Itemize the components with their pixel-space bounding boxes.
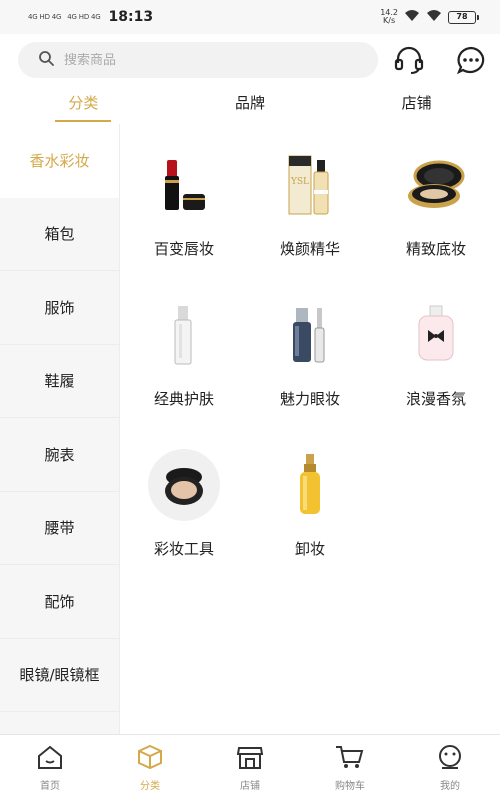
cushion-compact-icon — [139, 440, 229, 530]
search-bar[interactable] — [18, 42, 378, 78]
header-icons — [392, 43, 488, 77]
perfume-icon — [391, 290, 481, 380]
category-box-icon — [136, 744, 164, 774]
cart-icon — [335, 744, 365, 774]
status-bar: 4G HD 4G 4G HD 4G 18:13 14.2 K/s 78 — [0, 0, 500, 34]
category-item-skincare[interactable]: 经典护肤 — [121, 274, 247, 424]
sidebar-item-watches[interactable]: 腕表 — [0, 418, 119, 492]
status-left: 4G HD 4G 4G HD 4G 18:13 — [28, 9, 153, 25]
compact-powder-icon — [391, 140, 481, 230]
cleansing-oil-icon — [265, 440, 355, 530]
category-item-serum[interactable]: YSL 焕颜精华 — [247, 124, 373, 274]
category-grid: 百变唇妆 YSL 焕颜精华 精致底妆 经典护肤 魅力眼妆 浪漫香氛 彩妆工具 卸… — [121, 124, 500, 734]
top-tabs: 分类 品牌 店铺 — [0, 86, 500, 124]
sidebar-item-shoes[interactable]: 鞋履 — [0, 345, 119, 418]
status-time: 18:13 — [108, 9, 154, 25]
sidebar-item-fragrance-makeup[interactable]: 香水彩妆 — [0, 124, 119, 198]
category-item-foundation[interactable]: 精致底妆 — [373, 124, 499, 274]
home-icon — [36, 744, 64, 774]
wifi-icon-2 — [426, 9, 442, 26]
network-speed-unit: K/s — [383, 16, 396, 25]
sidebar-item-bags[interactable]: 箱包 — [0, 198, 119, 271]
signal-indicator-2: 4G HD 4G — [67, 13, 101, 21]
sidebar-item-belts[interactable]: 腰带 — [0, 492, 119, 565]
chat-icon[interactable] — [454, 43, 488, 77]
nav-store[interactable]: 店铺 — [200, 735, 300, 800]
nav-label: 分类 — [140, 780, 160, 792]
nav-label: 购物车 — [335, 780, 365, 792]
nav-label: 我的 — [440, 780, 460, 792]
nav-profile[interactable]: 我的 — [400, 735, 500, 800]
category-label: 浪漫香氛 — [405, 390, 466, 408]
category-label: 精致底妆 — [405, 240, 466, 258]
headset-icon[interactable] — [392, 43, 426, 77]
tab-category[interactable]: 分类 — [0, 86, 167, 124]
battery-indicator: 78 — [448, 10, 479, 24]
sidebar-item-accessories[interactable]: 配饰 — [0, 565, 119, 639]
wifi-icon — [404, 9, 420, 26]
category-item-eye-makeup[interactable]: 魅力眼妆 — [247, 274, 373, 424]
sidebar-item-eyewear[interactable]: 眼镜/眼镜框 — [0, 639, 119, 712]
category-item-lipstick[interactable]: 百变唇妆 — [121, 124, 247, 274]
category-label: 百变唇妆 — [153, 240, 214, 258]
nav-cart[interactable]: 购物车 — [300, 735, 400, 800]
header — [0, 34, 500, 86]
category-sidebar: 香水彩妆 箱包 服饰 鞋履 腕表 腰带 配饰 眼镜/眼镜框 — [0, 124, 120, 734]
category-label: 经典护肤 — [153, 390, 214, 408]
svg-text:YSL: YSL — [290, 177, 309, 187]
category-label: 魅力眼妆 — [279, 390, 340, 408]
category-label: 焕颜精华 — [279, 240, 340, 258]
status-right: 14.2 K/s 78 — [380, 9, 479, 26]
search-input[interactable] — [64, 52, 344, 68]
category-item-makeup-tools[interactable]: 彩妆工具 — [121, 424, 247, 574]
sidebar-item-apparel[interactable]: 服饰 — [0, 271, 119, 345]
category-label: 卸妆 — [294, 540, 325, 558]
bottom-nav: 首页 分类 店铺 购物车 我的 — [0, 734, 500, 800]
serum-box-icon: YSL — [265, 140, 355, 230]
skincare-bottle-icon — [139, 290, 229, 380]
nav-label: 店铺 — [240, 780, 260, 792]
tab-store[interactable]: 店铺 — [333, 86, 500, 124]
nav-home[interactable]: 首页 — [0, 735, 100, 800]
network-speed: 14.2 K/s — [380, 9, 398, 25]
profile-icon — [436, 744, 464, 774]
tab-brand[interactable]: 品牌 — [167, 86, 334, 124]
search-icon — [38, 50, 54, 70]
nav-label: 首页 — [40, 780, 60, 792]
category-item-makeup-remover[interactable]: 卸妆 — [247, 424, 373, 574]
nav-category[interactable]: 分类 — [100, 735, 200, 800]
store-icon — [236, 744, 264, 774]
category-label: 彩妆工具 — [153, 540, 214, 558]
lipstick-icon — [139, 140, 229, 230]
signal-indicator-1: 4G HD 4G — [28, 13, 62, 21]
eye-serum-icon — [265, 290, 355, 380]
category-item-fragrance[interactable]: 浪漫香氛 — [373, 274, 499, 424]
